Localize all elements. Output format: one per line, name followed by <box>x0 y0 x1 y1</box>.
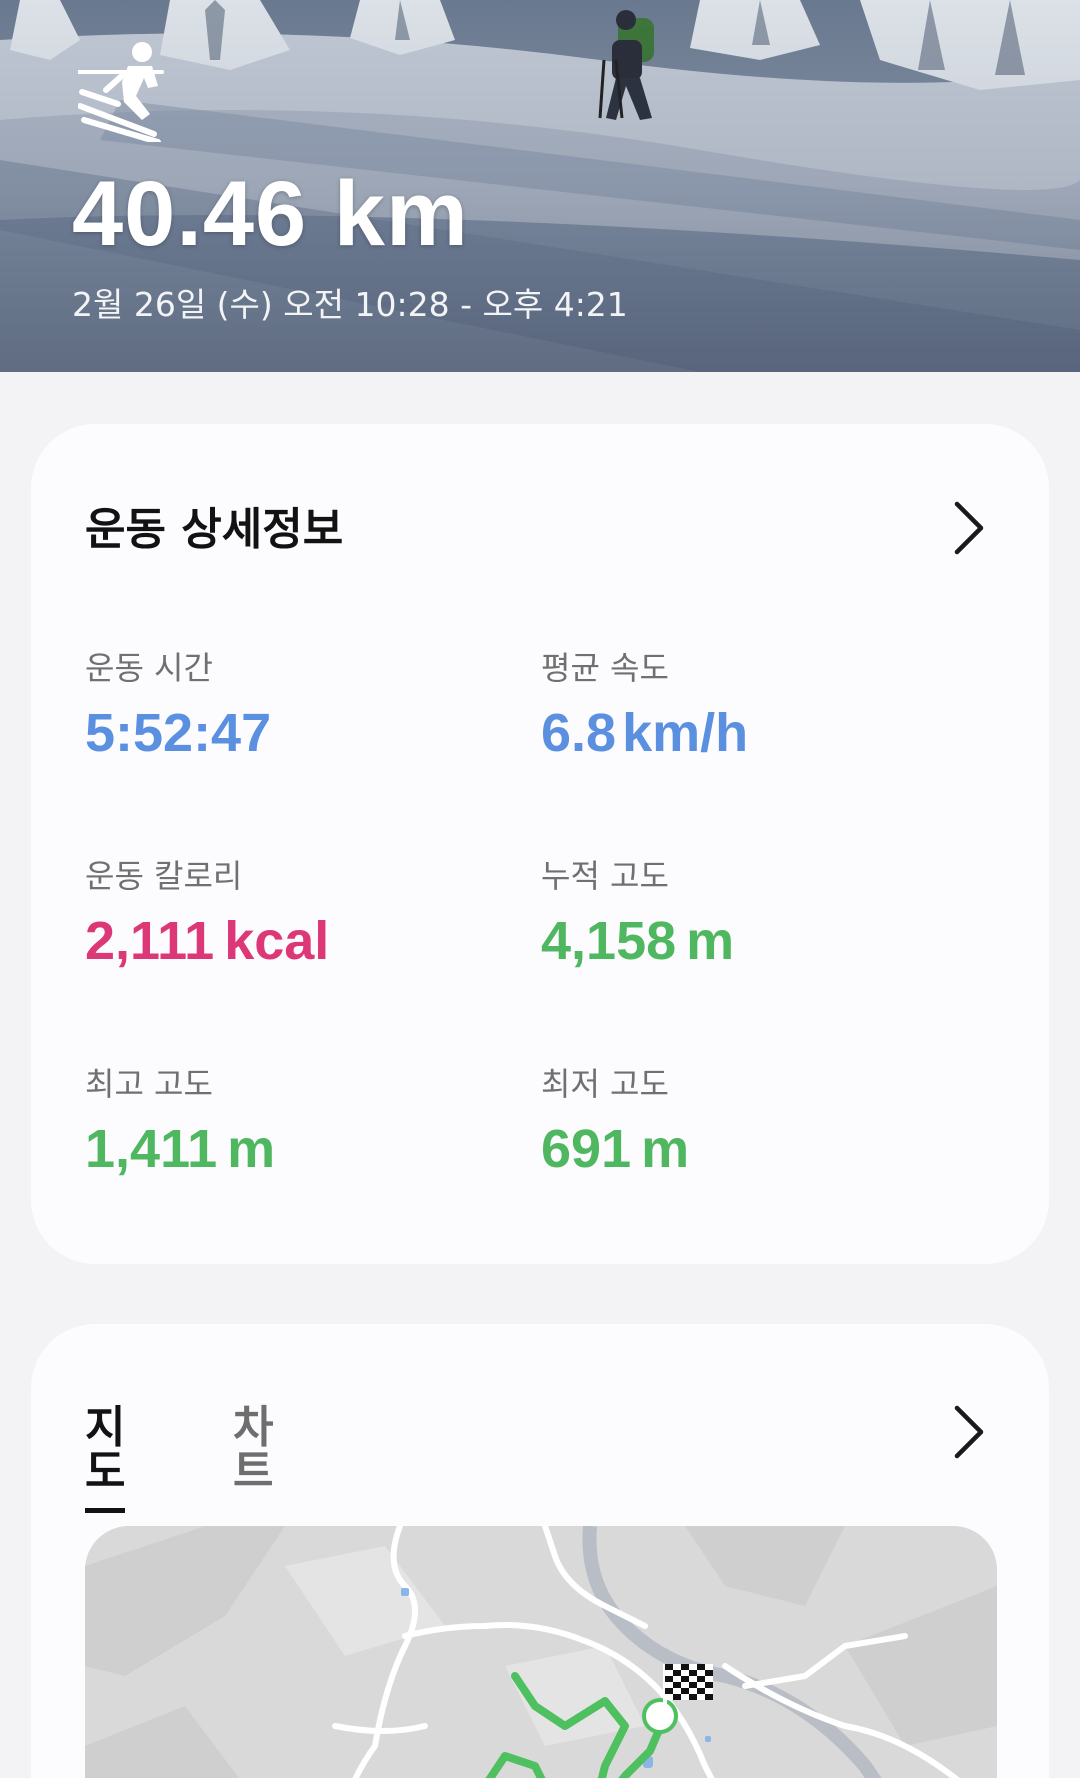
stat-label: 운동 시간 <box>85 649 213 687</box>
stat-calories: 운동 칼로리 2,111 kcal <box>85 860 329 968</box>
start-marker <box>642 1698 678 1734</box>
map-chart-card: 지도 차트 <box>31 1324 1049 1778</box>
stat-value: 2,111 kcal <box>85 914 329 968</box>
tab-chart[interactable]: 차트 <box>233 1406 273 1494</box>
stat-unit: kcal <box>224 911 330 971</box>
chevron-right-icon[interactable] <box>947 1402 987 1462</box>
stat-unit: km/h <box>622 703 749 763</box>
stat-value: 5:52:47 <box>85 706 271 760</box>
checkered-flag-icon <box>663 1664 713 1706</box>
stat-unit: m <box>641 1119 690 1179</box>
stat-label: 평균 속도 <box>541 649 669 687</box>
hero-header: 40.46 km 2월 26일 (수) 오전 10:28 - 오후 4:21 <box>0 0 1080 372</box>
workout-details-card[interactable]: 운동 상세정보 운동 시간 5:52:47 평균 속도 6.8 km/h 운동 칼… <box>31 424 1049 1264</box>
route-map[interactable] <box>85 1526 997 1778</box>
stat-value: 6.8 km/h <box>541 706 748 760</box>
stat-label: 최저 고도 <box>541 1065 669 1103</box>
skiing-icon <box>78 42 164 142</box>
stat-elevation-gain: 누적 고도 4,158 m <box>541 860 734 968</box>
workout-datetime: 2월 26일 (수) 오전 10:28 - 오후 4:21 <box>72 285 628 324</box>
tab-map[interactable]: 지도 <box>85 1406 126 1513</box>
stat-min-altitude: 최저 고도 691 m <box>541 1068 689 1176</box>
stat-unit: m <box>686 911 735 971</box>
stat-duration: 운동 시간 5:52:47 <box>85 652 271 760</box>
stat-label: 운동 칼로리 <box>85 857 243 895</box>
workout-detail-screen: 40.46 km 2월 26일 (수) 오전 10:28 - 오후 4:21 운… <box>0 0 1080 1778</box>
stat-label: 최고 고도 <box>85 1065 213 1103</box>
section-title: 운동 상세정보 <box>85 504 344 555</box>
stat-number: 691 <box>541 1119 632 1179</box>
stat-max-altitude: 최고 고도 1,411 m <box>85 1068 275 1176</box>
stat-number: 2,111 <box>85 911 215 971</box>
stat-value: 4,158 m <box>541 914 734 968</box>
stat-number: 1,411 <box>85 1119 218 1179</box>
stat-number: 4,158 <box>541 911 677 971</box>
stat-number: 6.8 <box>541 703 617 763</box>
stat-value: 691 m <box>541 1122 689 1176</box>
chevron-right-icon[interactable] <box>947 498 987 558</box>
stat-average-speed: 평균 속도 6.8 km/h <box>541 652 748 760</box>
stat-value: 1,411 m <box>85 1122 275 1176</box>
map-canvas <box>85 1526 997 1778</box>
total-distance: 40.46 km <box>72 163 469 265</box>
stat-number: 5:52:47 <box>85 703 272 763</box>
stat-unit: m <box>227 1119 276 1179</box>
stat-label: 누적 고도 <box>541 857 669 895</box>
